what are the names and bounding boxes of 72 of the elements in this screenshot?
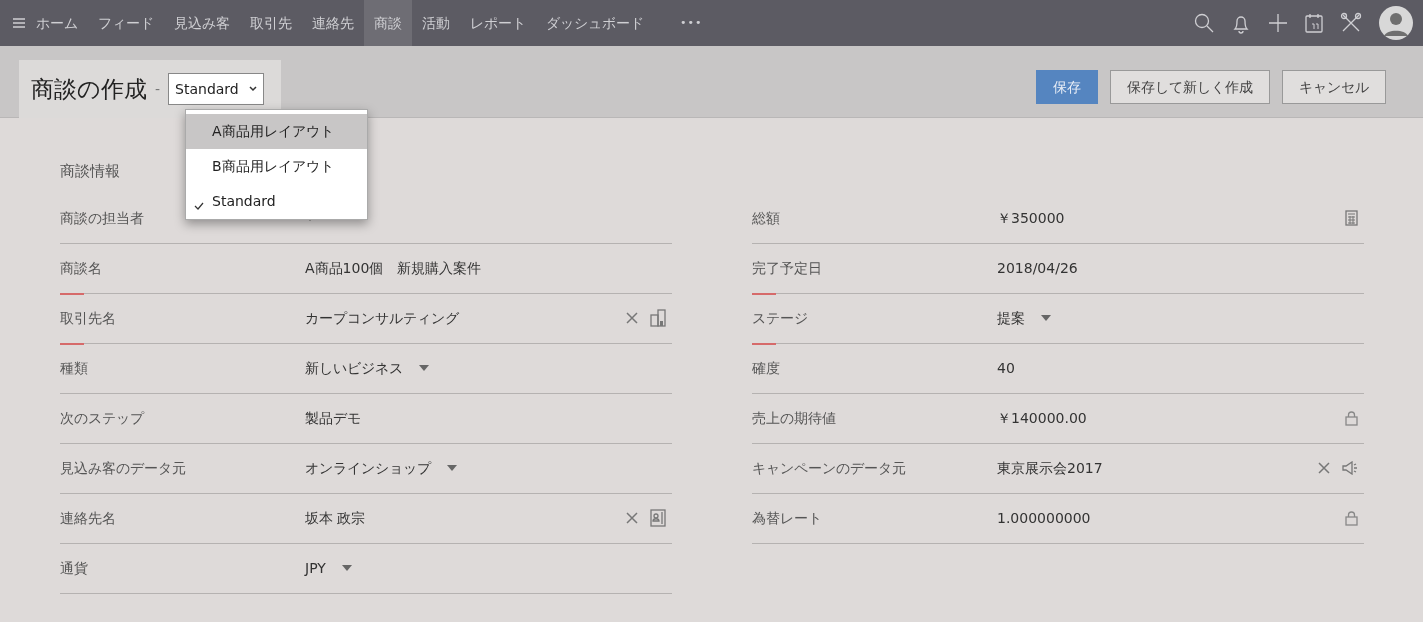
input-field[interactable]: 坂本 政宗 — [305, 507, 366, 529]
field-label: ステージ — [752, 308, 809, 328]
nav-tab[interactable]: ホーム — [26, 0, 88, 46]
select-field[interactable]: 新しいビジネス — [305, 357, 429, 379]
menu-item[interactable]: Standard — [186, 184, 367, 219]
field-label: 商談の担当者 — [60, 208, 145, 228]
clear-icon[interactable] — [626, 512, 638, 524]
input-field[interactable]: A商品100個 新規購入案件 — [305, 257, 482, 279]
field-label: 見込み客のデータ元 — [60, 458, 187, 478]
input-field[interactable]: ￥140000.00 — [997, 407, 1087, 429]
action-button[interactable]: 保存して新しく作成 — [1110, 70, 1270, 104]
input-field[interactable]: 40 — [997, 357, 1015, 379]
input-field[interactable]: カープコンサルティング — [305, 307, 459, 329]
field-label: 為替レート — [752, 508, 823, 528]
caret-icon — [249, 86, 258, 92]
required-marker — [60, 292, 84, 295]
clear-icon[interactable] — [1318, 462, 1330, 474]
tools-icon[interactable] — [1340, 12, 1362, 34]
more-button[interactable]: ••• — [670, 0, 713, 46]
megaphone-icon[interactable] — [1342, 461, 1358, 475]
field-label: 次のステップ — [60, 408, 146, 428]
menu-icon[interactable] — [12, 17, 26, 29]
search-icon[interactable] — [1194, 13, 1214, 33]
nav-tab[interactable]: フィード — [88, 0, 164, 46]
avatar-icon[interactable] — [1379, 6, 1413, 40]
action-button[interactable]: キャンセル — [1282, 70, 1386, 104]
plus-icon[interactable] — [1268, 13, 1288, 33]
section-title: 商談情報 — [60, 161, 120, 182]
nav-tab[interactable]: 連絡先 — [302, 0, 364, 46]
field-label: 通貨 — [60, 558, 89, 578]
input-field[interactable]: ￥350000 — [997, 207, 1065, 229]
calculator-icon[interactable] — [1345, 210, 1358, 226]
clear-icon[interactable] — [626, 312, 638, 324]
layout-dropdown[interactable]: Standard — [168, 73, 265, 105]
page-title: 商談の作成 — [31, 74, 147, 104]
caret-icon — [1041, 315, 1051, 321]
select-field[interactable]: 提案 — [997, 307, 1051, 329]
field-label: 商談名 — [60, 258, 103, 278]
nav-tab[interactable]: 見込み客 — [164, 0, 240, 46]
nav-tab[interactable]: ダッシュボード — [536, 0, 654, 46]
required-marker — [60, 342, 84, 345]
building-icon[interactable] — [650, 309, 666, 327]
field-label: キャンペーンのデータ元 — [752, 458, 907, 478]
input-field[interactable]: 2018/04/26 — [997, 257, 1078, 279]
field-label: 確度 — [752, 358, 781, 378]
menu-item[interactable]: B商品用レイアウト — [186, 149, 367, 184]
input-field[interactable]: 東京展示会2017 — [997, 457, 1103, 479]
field-label: 取引先名 — [60, 308, 117, 328]
caret-icon — [419, 365, 429, 371]
menu-item[interactable]: A商品用レイアウト — [186, 114, 367, 149]
calendar-icon[interactable] — [1305, 13, 1323, 33]
field-label: 売上の期待値 — [752, 408, 837, 428]
lock-icon — [1345, 510, 1358, 526]
nav-tab[interactable]: 活動 — [412, 0, 460, 46]
field-label: 完了予定日 — [752, 258, 823, 278]
field-label: 種類 — [60, 358, 89, 378]
caret-icon — [341, 565, 352, 571]
field-label: 総額 — [752, 208, 781, 228]
check-icon — [194, 201, 204, 210]
required-marker — [752, 342, 776, 345]
select-field[interactable]: JPY — [305, 557, 352, 579]
input-field[interactable]: 1.000000000 — [997, 507, 1091, 529]
separator-text: - — [155, 79, 161, 99]
nav-tab[interactable]: 取引先 — [240, 0, 302, 46]
field-label: 連絡先名 — [60, 508, 117, 528]
nav-tab[interactable]: レポート — [460, 0, 536, 46]
select-field[interactable]: オンラインショップ — [305, 457, 457, 479]
required-marker — [752, 292, 776, 295]
input-field[interactable]: 製品デモ — [305, 407, 361, 429]
lock-icon — [1345, 410, 1358, 426]
caret-icon — [447, 465, 457, 471]
contact-card-icon[interactable] — [650, 509, 666, 527]
